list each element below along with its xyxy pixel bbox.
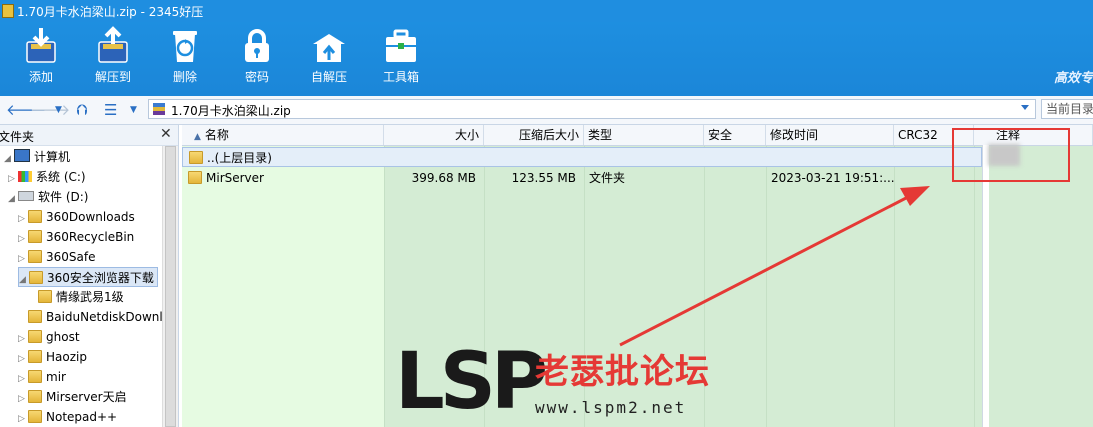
slogan-text: 高效专 bbox=[1053, 71, 1093, 86]
sort-asc-icon: ▲ bbox=[194, 132, 201, 142]
column-size[interactable]: 大小 bbox=[384, 125, 484, 145]
folder-tree-panel: 文件夹 ✕ ◢ 计算机 ▷ 系统 (C:) ◢ 软件 (D:) ▷ 360Downloa… bbox=[0, 125, 179, 427]
tree-item-folder[interactable]: 情缘武易1级 bbox=[38, 287, 124, 307]
parent-row-name: ..(上层目录) bbox=[189, 148, 272, 168]
tree-item-folder[interactable]: ▷ 360RecycleBin bbox=[18, 227, 134, 247]
tree-item-drive-d[interactable]: ◢ 软件 (D:) bbox=[8, 187, 88, 207]
extract-to-button[interactable]: 解压到 bbox=[81, 24, 145, 92]
password-button[interactable]: 密码 bbox=[225, 24, 289, 92]
collapsed-arrow-icon[interactable]: ▷ bbox=[18, 229, 28, 249]
tree-item-drive-c[interactable]: ▷ 系统 (C:) bbox=[8, 167, 86, 187]
history-dropdown-icon[interactable]: ▼ bbox=[55, 101, 62, 119]
window-title: 1.70月卡水泊梁山.zip - 2345好压 bbox=[17, 5, 204, 19]
folder-icon bbox=[28, 230, 42, 243]
self-extract-button[interactable]: 自解压 bbox=[297, 24, 361, 92]
view-dropdown-icon[interactable]: ▼ bbox=[130, 101, 137, 119]
forward-arrow-icon[interactable]: 🡒 bbox=[30, 101, 70, 119]
zip-file-icon bbox=[153, 103, 165, 115]
close-icon[interactable]: ✕ bbox=[160, 126, 172, 142]
column-modified[interactable]: 修改时间 bbox=[766, 125, 894, 145]
expanded-arrow-icon[interactable]: ◢ bbox=[4, 149, 14, 169]
collapsed-arrow-icon[interactable]: ▷ bbox=[18, 409, 28, 427]
column-type[interactable]: 类型 bbox=[584, 125, 704, 145]
watermark-url: www.lspm2.net bbox=[535, 398, 687, 417]
computer-icon bbox=[14, 149, 30, 162]
column-packed-size[interactable]: 压缩后大小 bbox=[484, 125, 584, 145]
row-type: 文件夹 bbox=[589, 171, 626, 185]
row-name: MirServer bbox=[188, 168, 264, 188]
parent-directory-row[interactable]: ..(上层目录) bbox=[182, 147, 982, 167]
folder-icon bbox=[28, 310, 42, 323]
collapsed-arrow-icon[interactable]: ▷ bbox=[18, 349, 28, 369]
comment-column-edge bbox=[982, 145, 989, 427]
scrollbar-thumb[interactable] bbox=[165, 146, 176, 427]
tree-item-folder[interactable]: ▷ Mirserver天启 bbox=[18, 387, 127, 407]
folder-icon bbox=[28, 210, 42, 223]
expanded-arrow-icon[interactable]: ◢ bbox=[19, 270, 29, 290]
collapsed-arrow-icon[interactable]: ▷ bbox=[18, 209, 28, 229]
tree-item-folder[interactable]: ▷ ghost bbox=[18, 327, 80, 347]
expanded-arrow-icon[interactable]: ◢ bbox=[8, 189, 18, 209]
folder-icon bbox=[29, 271, 43, 284]
lock-icon bbox=[245, 29, 269, 62]
watermark-name: 老瑟批论坛 bbox=[535, 352, 710, 392]
view-list-icon[interactable]: ☰ bbox=[104, 101, 117, 119]
table-row[interactable]: MirServer 399.68 MB 123.55 MB 文件夹 2023-0… bbox=[182, 168, 982, 188]
folder-icon bbox=[189, 151, 203, 164]
collapsed-arrow-icon[interactable]: ▷ bbox=[18, 369, 28, 389]
tree-item-folder[interactable]: ▷ 360Safe bbox=[18, 247, 95, 267]
collapsed-arrow-icon[interactable]: ▷ bbox=[18, 249, 28, 269]
app-archive-icon bbox=[2, 4, 14, 18]
add-button[interactable]: 添加 bbox=[9, 24, 73, 92]
column-security[interactable]: 安全 bbox=[704, 125, 766, 145]
recycle-delete-icon bbox=[173, 31, 197, 62]
folder-tree-title: 文件夹 bbox=[0, 130, 35, 144]
title-bar: 1.70月卡水泊梁山.zip - 2345好压 bbox=[0, 0, 1093, 22]
drive-icon bbox=[18, 191, 34, 201]
folder-icon bbox=[38, 290, 52, 303]
path-text: 1.70月卡水泊梁山.zip bbox=[171, 104, 291, 118]
tree-item-folder[interactable]: ▷ Haozip bbox=[18, 347, 87, 367]
watermark-brand: LSP bbox=[395, 337, 548, 427]
annotation-highlight-box bbox=[952, 128, 1070, 182]
folder-icon bbox=[28, 370, 42, 383]
folder-icon bbox=[28, 250, 42, 263]
folder-icon bbox=[188, 171, 202, 184]
address-bar: 🡐 🡒 ▼ ⮉ ☰ ▼ 1.70月卡水泊梁山.zip 当前目录 bbox=[0, 96, 1093, 125]
toolbar: 添加 解压到 删除 密码 自解压 工具箱 高效专 bbox=[0, 22, 1093, 96]
search-input[interactable]: 当前目录 bbox=[1041, 99, 1093, 119]
self-extract-icon bbox=[313, 34, 345, 62]
tree-item-folder[interactable]: ▷ 360Downloads bbox=[18, 207, 135, 227]
folder-icon bbox=[28, 390, 42, 403]
row-modified: 2023-03-21 19:51:... bbox=[771, 171, 895, 185]
column-name[interactable]: ▲ 名称 bbox=[182, 125, 384, 145]
row-packed-size: 123.55 MB bbox=[511, 171, 576, 185]
collapsed-arrow-icon[interactable]: ▷ bbox=[18, 329, 28, 349]
folder-icon bbox=[28, 330, 42, 343]
collapsed-arrow-icon[interactable]: ▷ bbox=[8, 169, 18, 189]
collapsed-arrow-icon[interactable]: ▷ bbox=[18, 389, 28, 409]
toolbox-button[interactable]: 工具箱 bbox=[369, 24, 433, 92]
folder-tree-header: 文件夹 ✕ bbox=[0, 125, 178, 146]
system-drive-icon bbox=[18, 171, 32, 182]
path-input[interactable]: 1.70月卡水泊梁山.zip bbox=[148, 99, 1036, 119]
folder-icon bbox=[28, 350, 42, 363]
watermark: LSP 老瑟批论坛 www.lspm2.net bbox=[395, 337, 709, 427]
row-size: 399.68 MB bbox=[411, 171, 476, 185]
up-folder-icon[interactable]: ⮉ bbox=[76, 101, 87, 119]
folder-icon bbox=[28, 410, 42, 423]
tree-item-folder[interactable]: ▷ Notepad++ bbox=[18, 407, 117, 427]
toolbox-icon bbox=[386, 29, 416, 62]
add-archive-icon bbox=[26, 28, 56, 63]
delete-button[interactable]: 删除 bbox=[153, 24, 217, 92]
tree-item-computer[interactable]: ◢ 计算机 bbox=[4, 147, 70, 167]
tree-item-folder[interactable]: BaiduNetdiskDownl bbox=[28, 307, 163, 327]
path-dropdown-icon[interactable] bbox=[1021, 105, 1029, 110]
tree-scrollbar[interactable] bbox=[162, 146, 178, 427]
tree-item-folder-selected[interactable]: ◢ 360安全浏览器下载 bbox=[18, 267, 158, 287]
tree-item-folder[interactable]: ▷ mir bbox=[18, 367, 66, 387]
extract-icon bbox=[98, 26, 128, 63]
